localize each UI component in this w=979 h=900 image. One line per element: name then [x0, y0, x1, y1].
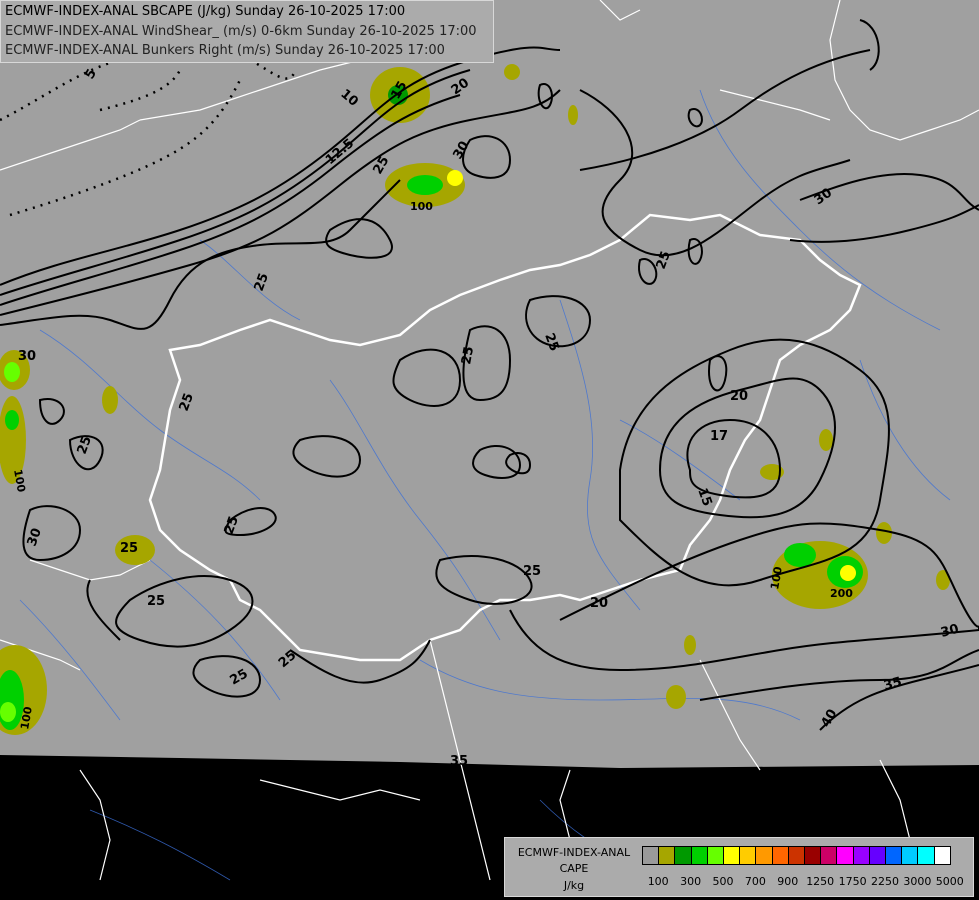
legend-tick-label: 900	[777, 875, 799, 888]
contour-label: 20	[590, 596, 608, 611]
legend-swatch	[836, 846, 854, 865]
contour-label: 25	[147, 594, 165, 609]
legend-variable: CAPE	[559, 862, 589, 875]
legend-swatch	[820, 846, 838, 865]
legend-swatch	[690, 846, 708, 865]
contour-label: 35	[450, 754, 468, 769]
legend-tick-label: 5000	[935, 875, 964, 888]
contour-label: 30	[18, 349, 36, 364]
legend-swatch	[901, 846, 919, 865]
map-canvas: 5 10 12.5 15 20 25 30 17 15 25 25 25 25 …	[0, 0, 979, 900]
legend-swatch	[868, 846, 886, 865]
title-box: ECMWF-INDEX-ANAL SBCAPE (J/kg) Sunday 26…	[0, 0, 494, 63]
title-windshear: ECMWF-INDEX-ANAL WindShear_ (m/s) 0-6km …	[5, 24, 477, 39]
legend-swatch	[706, 846, 724, 865]
legend-tick-label: 500	[712, 875, 734, 888]
legend-swatch	[658, 846, 676, 865]
legend-tick-label: 100	[647, 875, 669, 888]
contour-label: 25	[523, 564, 541, 579]
contour-label: 20	[730, 389, 748, 404]
legend-swatch	[917, 846, 935, 865]
contour-label: 25	[459, 345, 477, 365]
legend-swatch	[852, 846, 870, 865]
cape-legend: ECMWF-INDEX-ANAL CAPE J/kg 100 300 500 700 9…	[504, 837, 974, 897]
title-sbcape: ECMWF-INDEX-ANAL SBCAPE (J/kg) Sunday 26…	[5, 4, 406, 19]
legend-tick-label: 1250	[806, 875, 835, 888]
legend-swatch	[771, 846, 789, 865]
contour-label: 17	[710, 429, 728, 444]
data-domain	[0, 0, 979, 768]
legend-unit: J/kg	[563, 879, 585, 892]
legend-tick-label: 3000	[903, 875, 932, 888]
contour-label: 200	[830, 587, 853, 600]
legend-swatch	[885, 846, 903, 865]
legend-tick-label: 300	[680, 875, 702, 888]
legend-swatch	[674, 846, 692, 865]
legend-swatch	[755, 846, 773, 865]
legend-swatch	[933, 846, 951, 865]
legend-swatch	[642, 846, 660, 865]
contour-label: 100	[410, 200, 433, 213]
contour-label: 25	[120, 541, 138, 556]
legend-swatch	[804, 846, 822, 865]
legend-swatch	[787, 846, 805, 865]
legend-tick-label: 1750	[838, 875, 867, 888]
legend-tick-label: 700	[744, 875, 766, 888]
legend-source: ECMWF-INDEX-ANAL	[517, 846, 631, 859]
title-bunkers: ECMWF-INDEX-ANAL Bunkers Right (m/s) Sun…	[5, 43, 445, 58]
legend-tick-label: 2250	[871, 875, 899, 888]
legend-swatch	[739, 846, 757, 865]
legend-swatch	[723, 846, 741, 865]
